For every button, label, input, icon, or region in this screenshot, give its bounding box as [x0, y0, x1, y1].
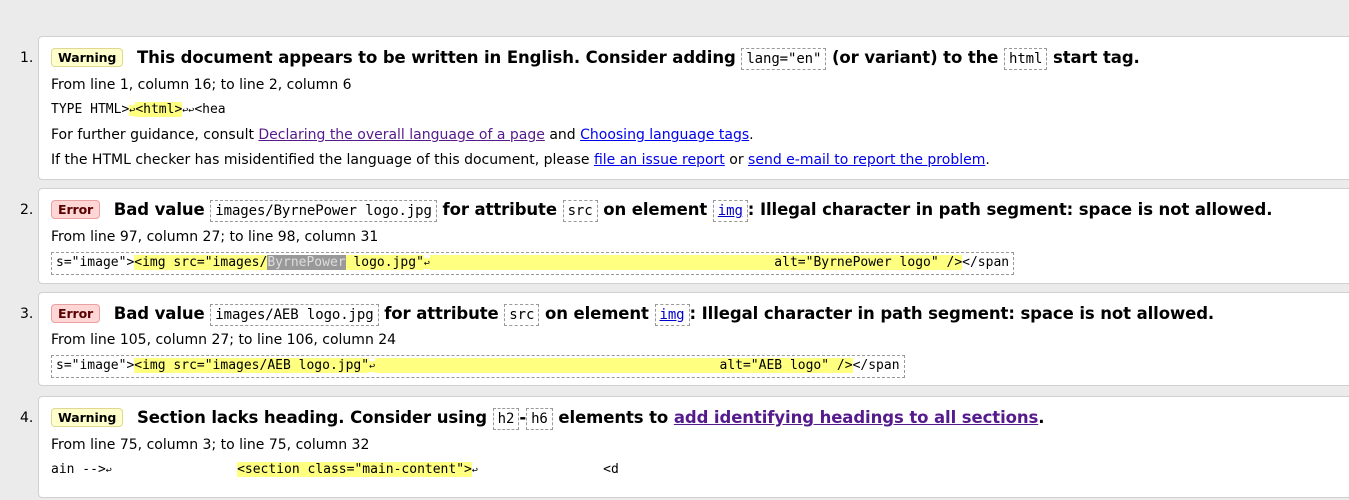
- error-badge: Error: [51, 200, 101, 219]
- identifying-headings-link[interactable]: add identifying headings to all sections: [674, 408, 1039, 427]
- location-text: From line 97, column 27; to line 98, col…: [51, 229, 379, 245]
- message-card: Error Bad value images/ByrnePower logo.j…: [38, 188, 1349, 284]
- code-extract: s="image"><img src="images/AEB logo.jpg"…: [51, 355, 905, 378]
- code-extract: TYPE HTML>↩<html>↩↩<hea: [51, 102, 226, 117]
- message-list: 1. Warning This document appears to be w…: [0, 36, 1349, 498]
- code-snippet: img: [712, 200, 748, 222]
- message-card: Error Bad value images/AEB logo.jpg for …: [38, 292, 1349, 386]
- error-badge: Error: [51, 304, 101, 323]
- message-card: Warning Section lacks heading. Consider …: [38, 396, 1349, 498]
- file-issue-link[interactable]: file an issue report: [594, 152, 725, 168]
- message-number: 3.: [20, 306, 34, 322]
- code-snippet: lang="en": [741, 48, 827, 70]
- message-item: 3. Error Bad value images/AEB logo.jpg f…: [0, 292, 1349, 396]
- code-extract: s="image"><img src="images/ByrnePower lo…: [51, 252, 1015, 275]
- code-snippet: src: [504, 304, 540, 326]
- message-card: Warning This document appears to be writ…: [38, 36, 1349, 180]
- warning-badge: Warning: [51, 408, 124, 427]
- message-heading: Warning Section lacks heading. Consider …: [51, 408, 1045, 430]
- message-number: 1.: [20, 50, 34, 66]
- location-text: From line 75, column 3; to line 75, colu…: [51, 437, 370, 453]
- guidance-text: For further guidance, consult Declaring …: [51, 127, 754, 143]
- language-declaration-link[interactable]: Declaring the overall language of a page: [258, 127, 544, 143]
- code-snippet: h2: [492, 408, 520, 430]
- code-snippet: images/ByrnePower logo.jpg: [210, 200, 437, 222]
- code-snippet: src: [562, 200, 598, 222]
- img-element-link[interactable]: img: [660, 307, 685, 323]
- message-number: 2.: [20, 202, 34, 218]
- code-snippet: images/AEB logo.jpg: [210, 304, 379, 326]
- message-item: 2. Error Bad value images/ByrnePower log…: [0, 188, 1349, 292]
- code-snippet: img: [654, 304, 690, 326]
- location-text: From line 105, column 27; to line 106, c…: [51, 332, 397, 348]
- code-snippet: html: [1004, 48, 1048, 70]
- report-text: If the HTML checker has misidentified th…: [51, 152, 990, 168]
- message-heading: Error Bad value images/ByrnePower logo.j…: [51, 200, 1272, 222]
- language-tags-link[interactable]: Choosing language tags: [580, 127, 749, 143]
- message-heading: Warning This document appears to be writ…: [51, 48, 1140, 70]
- message-item: 1. Warning This document appears to be w…: [0, 36, 1349, 180]
- message-heading: Error Bad value images/AEB logo.jpg for …: [51, 304, 1214, 326]
- code-extract: ain -->↩ <section class="main-content">↩…: [51, 462, 619, 477]
- location-text: From line 1, column 16; to line 2, colum…: [51, 77, 352, 93]
- warning-badge: Warning: [51, 48, 124, 67]
- message-number: 4.: [20, 410, 34, 426]
- img-element-link[interactable]: img: [718, 203, 743, 219]
- message-item: 4. Warning Section lacks heading. Consid…: [0, 396, 1349, 500]
- code-snippet: h6: [526, 408, 553, 430]
- send-email-link[interactable]: send e-mail to report the problem: [748, 152, 985, 168]
